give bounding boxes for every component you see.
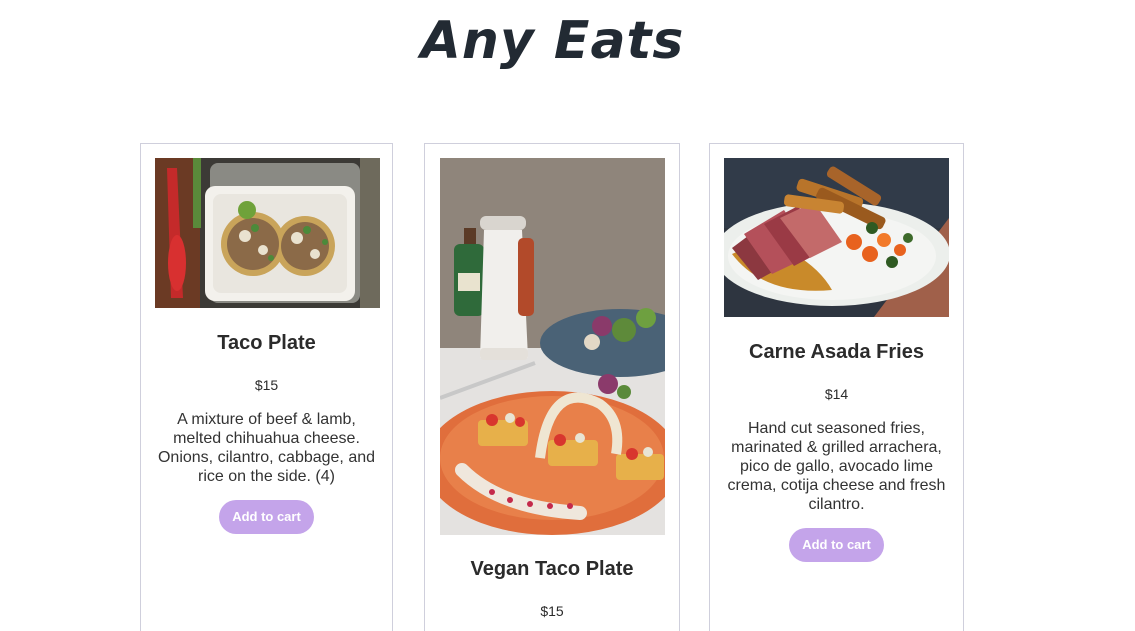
add-to-cart-button[interactable]: Add to cart <box>789 528 884 562</box>
item-name: Vegan Taco Plate <box>470 558 634 580</box>
carne-asada-fries-image <box>724 158 949 317</box>
add-to-cart-button[interactable]: Add to cart <box>219 500 314 534</box>
food-photo-taco-plate <box>155 158 380 308</box>
item-description: A mixture of beef & lamb, melted chihuah… <box>157 411 376 485</box>
item-price: $14 <box>824 386 849 402</box>
item-price: $15 <box>254 377 279 393</box>
item-name: Taco Plate <box>217 332 316 354</box>
food-photo-carne-asada-fries <box>724 158 949 317</box>
card-body: Carne Asada Fries $14 Hand cut seasoned … <box>722 339 951 562</box>
card-body: Vegan Taco Plate $15 <box>437 556 667 620</box>
taco-plate-image <box>155 158 380 308</box>
menu-card-carne-asada-fries: Carne Asada Fries $14 Hand cut seasoned … <box>709 143 964 631</box>
item-name: Carne Asada Fries <box>749 341 924 363</box>
menu-card-taco-plate: Taco Plate $15 A mixture of beef & lamb,… <box>140 143 393 631</box>
vegan-taco-plate-image <box>440 158 665 535</box>
card-body: Taco Plate $15 A mixture of beef & lamb,… <box>153 330 380 534</box>
page: Any Eats Taco Plate $15 A mixture of bee… <box>0 0 1135 631</box>
item-description: Hand cut seasoned fries, marinated & gri… <box>727 420 946 513</box>
menu-card-vegan-taco-plate: Vegan Taco Plate $15 <box>424 143 680 631</box>
item-price: $15 <box>540 603 564 619</box>
food-photo-vegan-taco-plate <box>440 158 665 535</box>
brand-logo[interactable]: Any Eats <box>0 8 1105 74</box>
